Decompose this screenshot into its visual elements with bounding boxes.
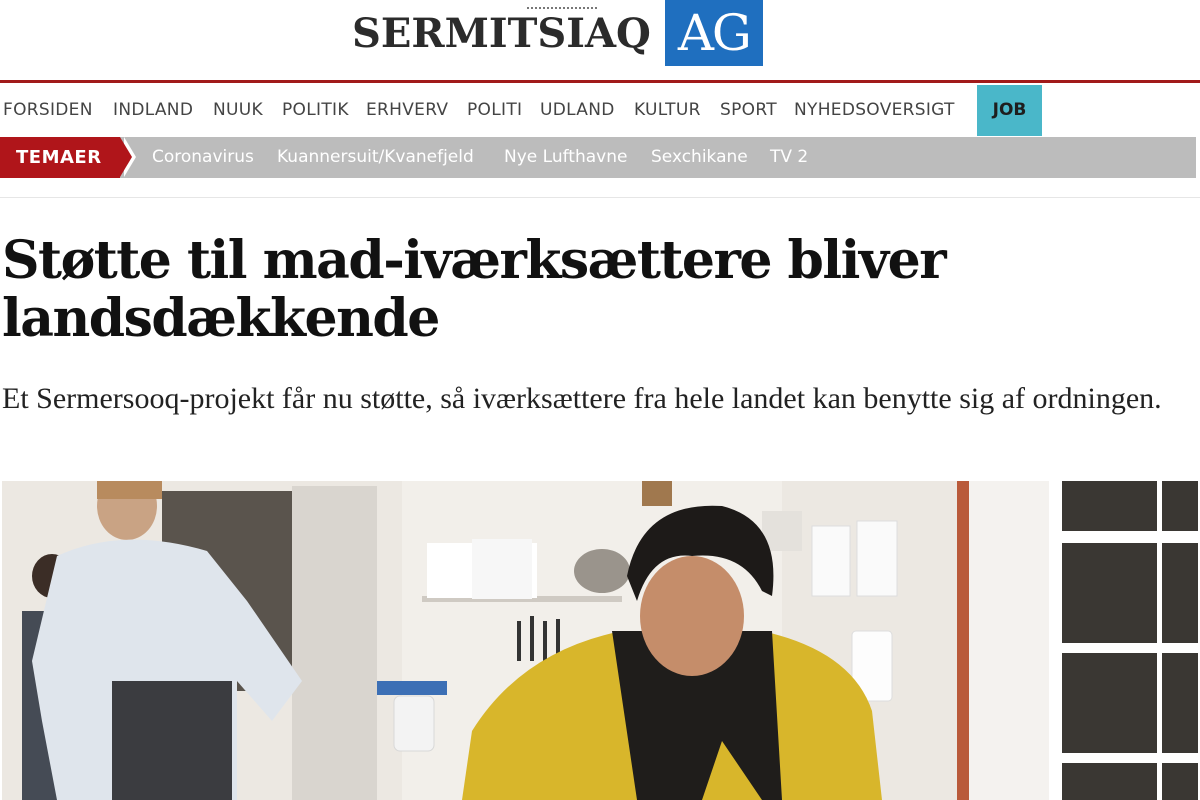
themes-label-arrow [120,137,132,177]
theme-link-kuannersuit[interactable]: Kuannersuit/Kvanefjeld [277,137,474,178]
nav-item-erhverv[interactable]: ERHVERV [366,85,448,135]
nav-item-indland[interactable]: INDLAND [113,85,193,135]
themes-label: TEMAER [0,137,120,178]
theme-link-nye-lufthavne[interactable]: Nye Lufthavne [504,137,627,178]
logo-ag-badge: AG [664,0,763,66]
nav-item-politik[interactable]: POLITIK [282,85,349,135]
site-logo[interactable]: SERMITSIAQ AG [352,0,763,68]
nav-item-politi[interactable]: POLITI [467,85,522,135]
nav-item-nuuk[interactable]: NUUK [213,85,263,135]
job-button[interactable]: JOB [977,85,1042,136]
article-photo[interactable] [2,481,1198,800]
masthead: SERMITSIAQ AG [0,0,1200,80]
article-lead: Et Sermersooq-projekt får nu støtte, så … [2,382,1162,415]
nav-item-kultur[interactable]: KULTUR [634,85,701,135]
nav-item-forsiden[interactable]: FORSIDEN [3,85,93,135]
kitchen-photo-illustration [2,481,1198,800]
content-divider [0,197,1200,198]
nav-item-sport[interactable]: SPORT [720,85,777,135]
masthead-divider [0,80,1200,83]
theme-link-coronavirus[interactable]: Coronavirus [152,137,254,178]
themes-bar: TEMAER Coronavirus Kuannersuit/Kvanefjel… [0,137,1196,178]
theme-link-tv2[interactable]: TV 2 [770,137,808,178]
nav-item-nyhedsoversigt[interactable]: NYHEDSOVERSIGT [794,85,955,135]
article-headline: Støtte til mad-iværksættere bliver lands… [2,230,947,349]
nav-item-udland[interactable]: UDLAND [540,85,615,135]
logo-wordmark: SERMITSIAQ [352,7,651,57]
theme-link-sexchikane[interactable]: Sexchikane [651,137,748,178]
